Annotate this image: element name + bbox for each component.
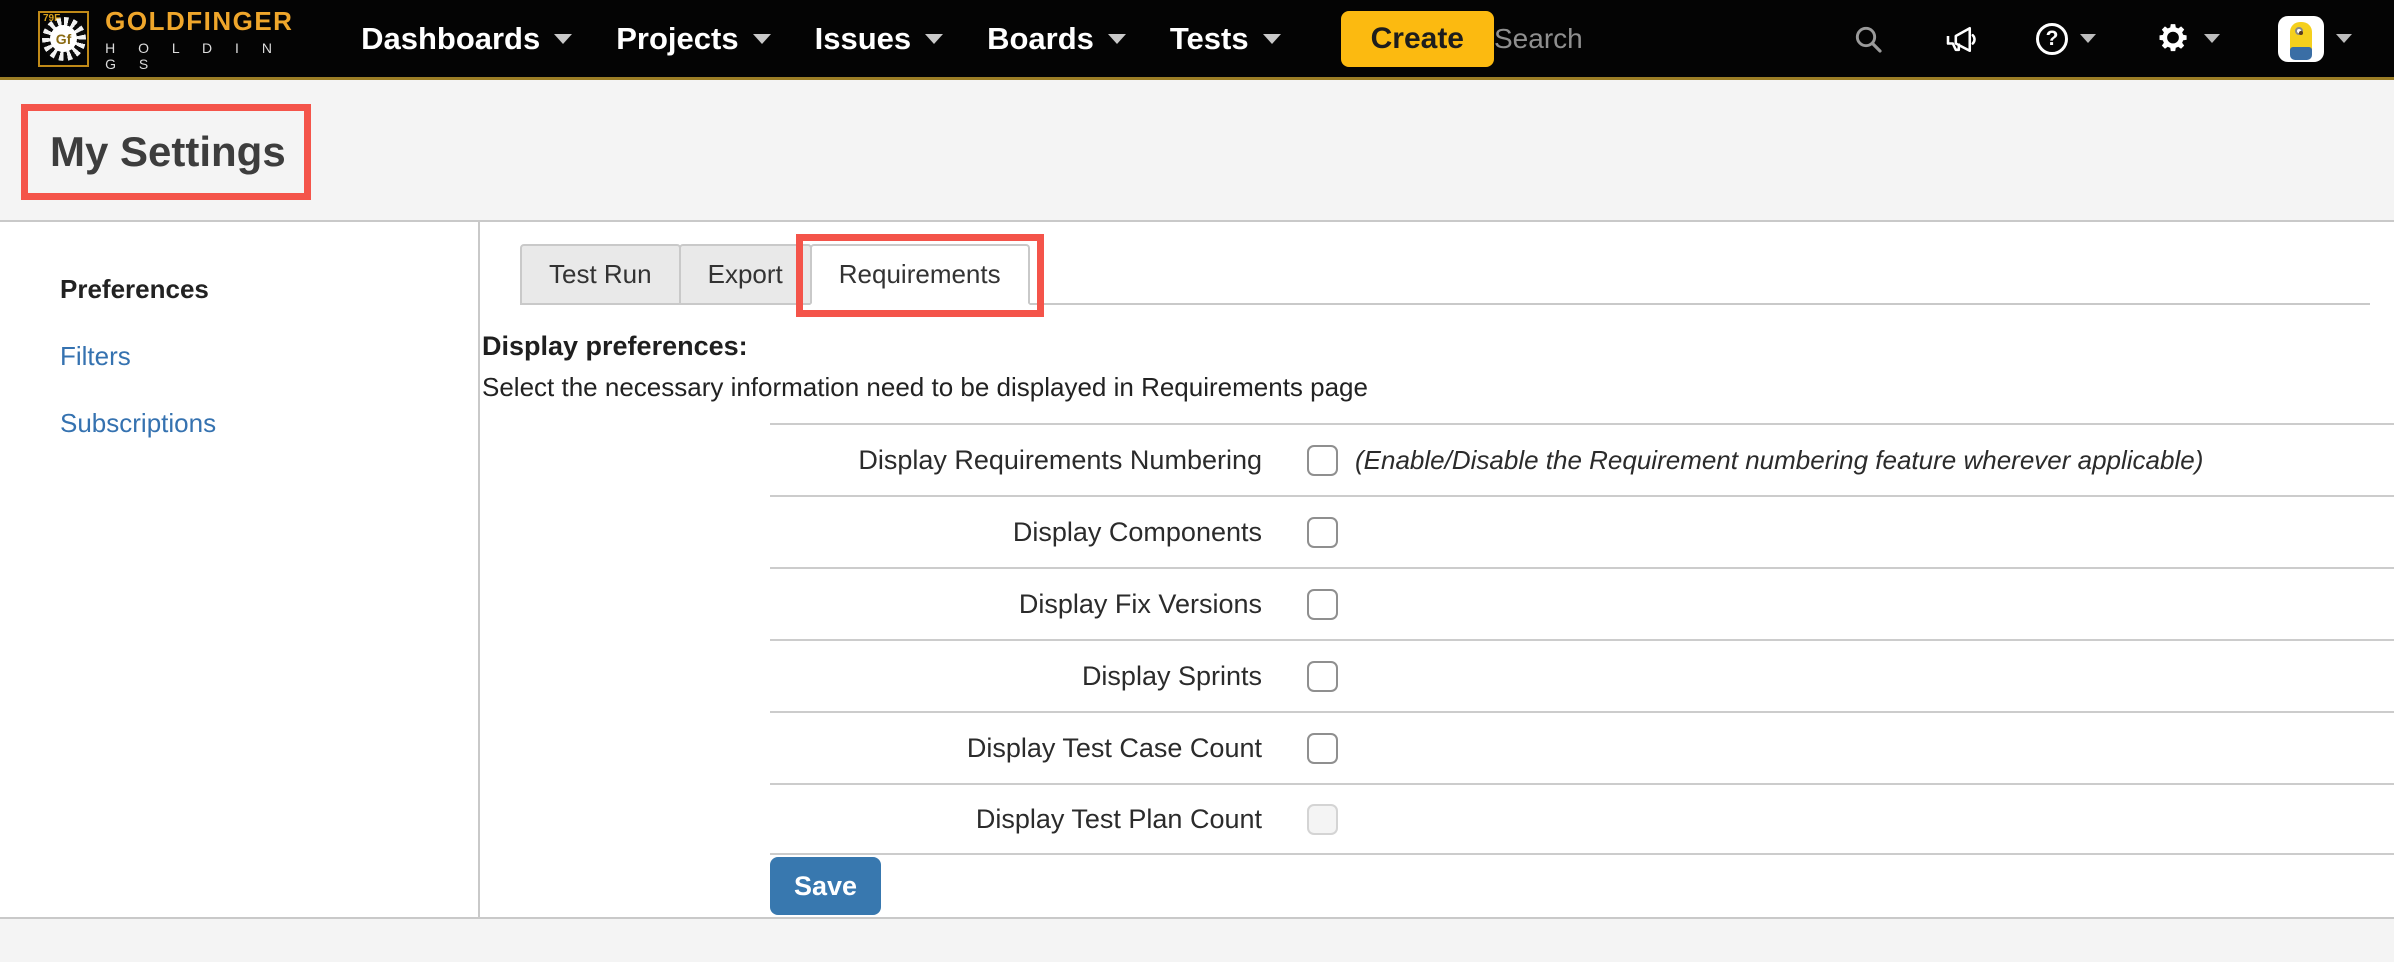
nav-menu-tests[interactable]: Tests xyxy=(1148,0,1303,79)
user-menu[interactable] xyxy=(2278,16,2352,62)
nav-menu-projects[interactable]: Projects xyxy=(594,0,792,79)
create-button[interactable]: Create xyxy=(1341,11,1494,67)
logo-badge: 79F Gf xyxy=(38,11,89,67)
tab-test-run[interactable]: Test Run xyxy=(520,244,681,305)
settings-menu[interactable] xyxy=(2154,20,2220,58)
tab-requirements[interactable]: Requirements xyxy=(810,244,1030,305)
section-title: Display preferences: xyxy=(482,331,2394,362)
nav-menu-label: Dashboards xyxy=(361,21,540,57)
sidebar-heading-preferences: Preferences xyxy=(60,274,478,305)
pref-row-display-fix-versions: Display Fix Versions xyxy=(770,567,2394,639)
annotation-highlight-box: My Settings xyxy=(21,104,311,200)
checkbox-display-test-case-count[interactable] xyxy=(1307,733,1338,764)
help-menu[interactable]: ? xyxy=(2036,23,2096,55)
chevron-down-icon xyxy=(2080,34,2096,43)
nav-menu-dashboards[interactable]: Dashboards xyxy=(339,0,594,79)
help-icon: ? xyxy=(2036,23,2068,55)
checkbox-display-test-plan-count xyxy=(1307,804,1338,835)
chevron-down-icon xyxy=(925,34,943,44)
row-note: (Enable/Disable the Requirement numberin… xyxy=(1355,445,2203,476)
save-button[interactable]: Save xyxy=(770,857,881,915)
search-input[interactable] xyxy=(1494,23,1794,55)
announcements-button[interactable] xyxy=(1942,21,1978,57)
checkbox-display-sprints[interactable] xyxy=(1307,661,1338,692)
row-label: Display Fix Versions xyxy=(770,589,1262,620)
nav-menu-issues[interactable]: Issues xyxy=(793,0,966,79)
tab-label: Test Run xyxy=(549,259,652,289)
tab-export[interactable]: Export xyxy=(679,244,812,305)
logo-badge-small-text: 79F xyxy=(43,13,60,24)
nav-menu-boards[interactable]: Boards xyxy=(965,0,1148,79)
nav-menu-label: Issues xyxy=(815,21,912,57)
page-header: My Settings xyxy=(0,80,2394,222)
top-navbar: 79F Gf GOLDFINGER H O L D I N G S Dashbo… xyxy=(0,0,2394,80)
chevron-down-icon xyxy=(554,34,572,44)
page-title: My Settings xyxy=(28,128,286,176)
chevron-down-icon xyxy=(1108,34,1126,44)
nav-menu-label: Projects xyxy=(616,21,738,57)
sidebar: Preferences Filters Subscriptions xyxy=(0,222,480,917)
brand-subtitle: H O L D I N G S xyxy=(105,40,309,72)
footer-strip xyxy=(0,917,2394,962)
search-submit[interactable] xyxy=(1852,23,1884,55)
row-label: Display Sprints xyxy=(770,661,1262,692)
pref-row-display-test-case-count: Display Test Case Count xyxy=(770,711,2394,783)
chevron-down-icon xyxy=(2204,34,2220,43)
sidebar-item-subscriptions[interactable]: Subscriptions xyxy=(60,408,478,439)
nav-menus: Dashboards Projects Issues Boards Tests xyxy=(339,0,1303,79)
tab-label: Export xyxy=(708,259,783,289)
row-label: Display Test Case Count xyxy=(770,733,1262,764)
main-panel: Test Run Export Requirements Display prefe… xyxy=(480,222,2394,917)
sidebar-links: Filters Subscriptions xyxy=(60,341,478,439)
section-description: Select the necessary information need to… xyxy=(482,372,2394,403)
nav-menu-label: Tests xyxy=(1170,21,1249,57)
nav-menu-label: Boards xyxy=(987,21,1094,57)
preferences-table: Display Requirements Numbering (Enable/Di… xyxy=(770,423,2394,855)
sidebar-item-filters[interactable]: Filters xyxy=(60,341,478,372)
avatar xyxy=(2278,16,2324,62)
gear-icon xyxy=(2154,20,2192,58)
app-logo[interactable]: 79F Gf GOLDFINGER H O L D I N G S xyxy=(38,6,309,72)
checkbox-display-requirements-numbering[interactable] xyxy=(1307,445,1338,476)
pref-row-display-components: Display Components xyxy=(770,495,2394,567)
brand-text: GOLDFINGER H O L D I N G S xyxy=(105,6,309,72)
row-label: Display Requirements Numbering xyxy=(770,445,1262,476)
row-label: Display Components xyxy=(770,517,1262,548)
megaphone-icon xyxy=(1942,21,1978,57)
pref-row-display-test-plan-count: Display Test Plan Count xyxy=(770,783,2394,855)
brand-name: GOLDFINGER xyxy=(105,6,309,37)
search-box xyxy=(1494,23,1794,55)
pref-row-display-sprints: Display Sprints xyxy=(770,639,2394,711)
search-icon xyxy=(1852,23,1884,55)
navbar-right: ? xyxy=(1494,16,2394,62)
chevron-down-icon xyxy=(2336,34,2352,43)
row-label: Display Test Plan Count xyxy=(770,804,1262,835)
pref-row-display-requirements-numbering: Display Requirements Numbering (Enable/Di… xyxy=(770,423,2394,495)
logo-monogram: Gf xyxy=(50,25,77,52)
tabs: Test Run Export Requirements xyxy=(520,244,2370,305)
chevron-down-icon xyxy=(753,34,771,44)
chevron-down-icon xyxy=(1263,34,1281,44)
checkbox-display-components[interactable] xyxy=(1307,517,1338,548)
minion-avatar-image xyxy=(2290,22,2312,60)
checkbox-display-fix-versions[interactable] xyxy=(1307,589,1338,620)
content-area: Preferences Filters Subscriptions Test Ru… xyxy=(0,222,2394,917)
tab-label: Requirements xyxy=(839,259,1001,289)
